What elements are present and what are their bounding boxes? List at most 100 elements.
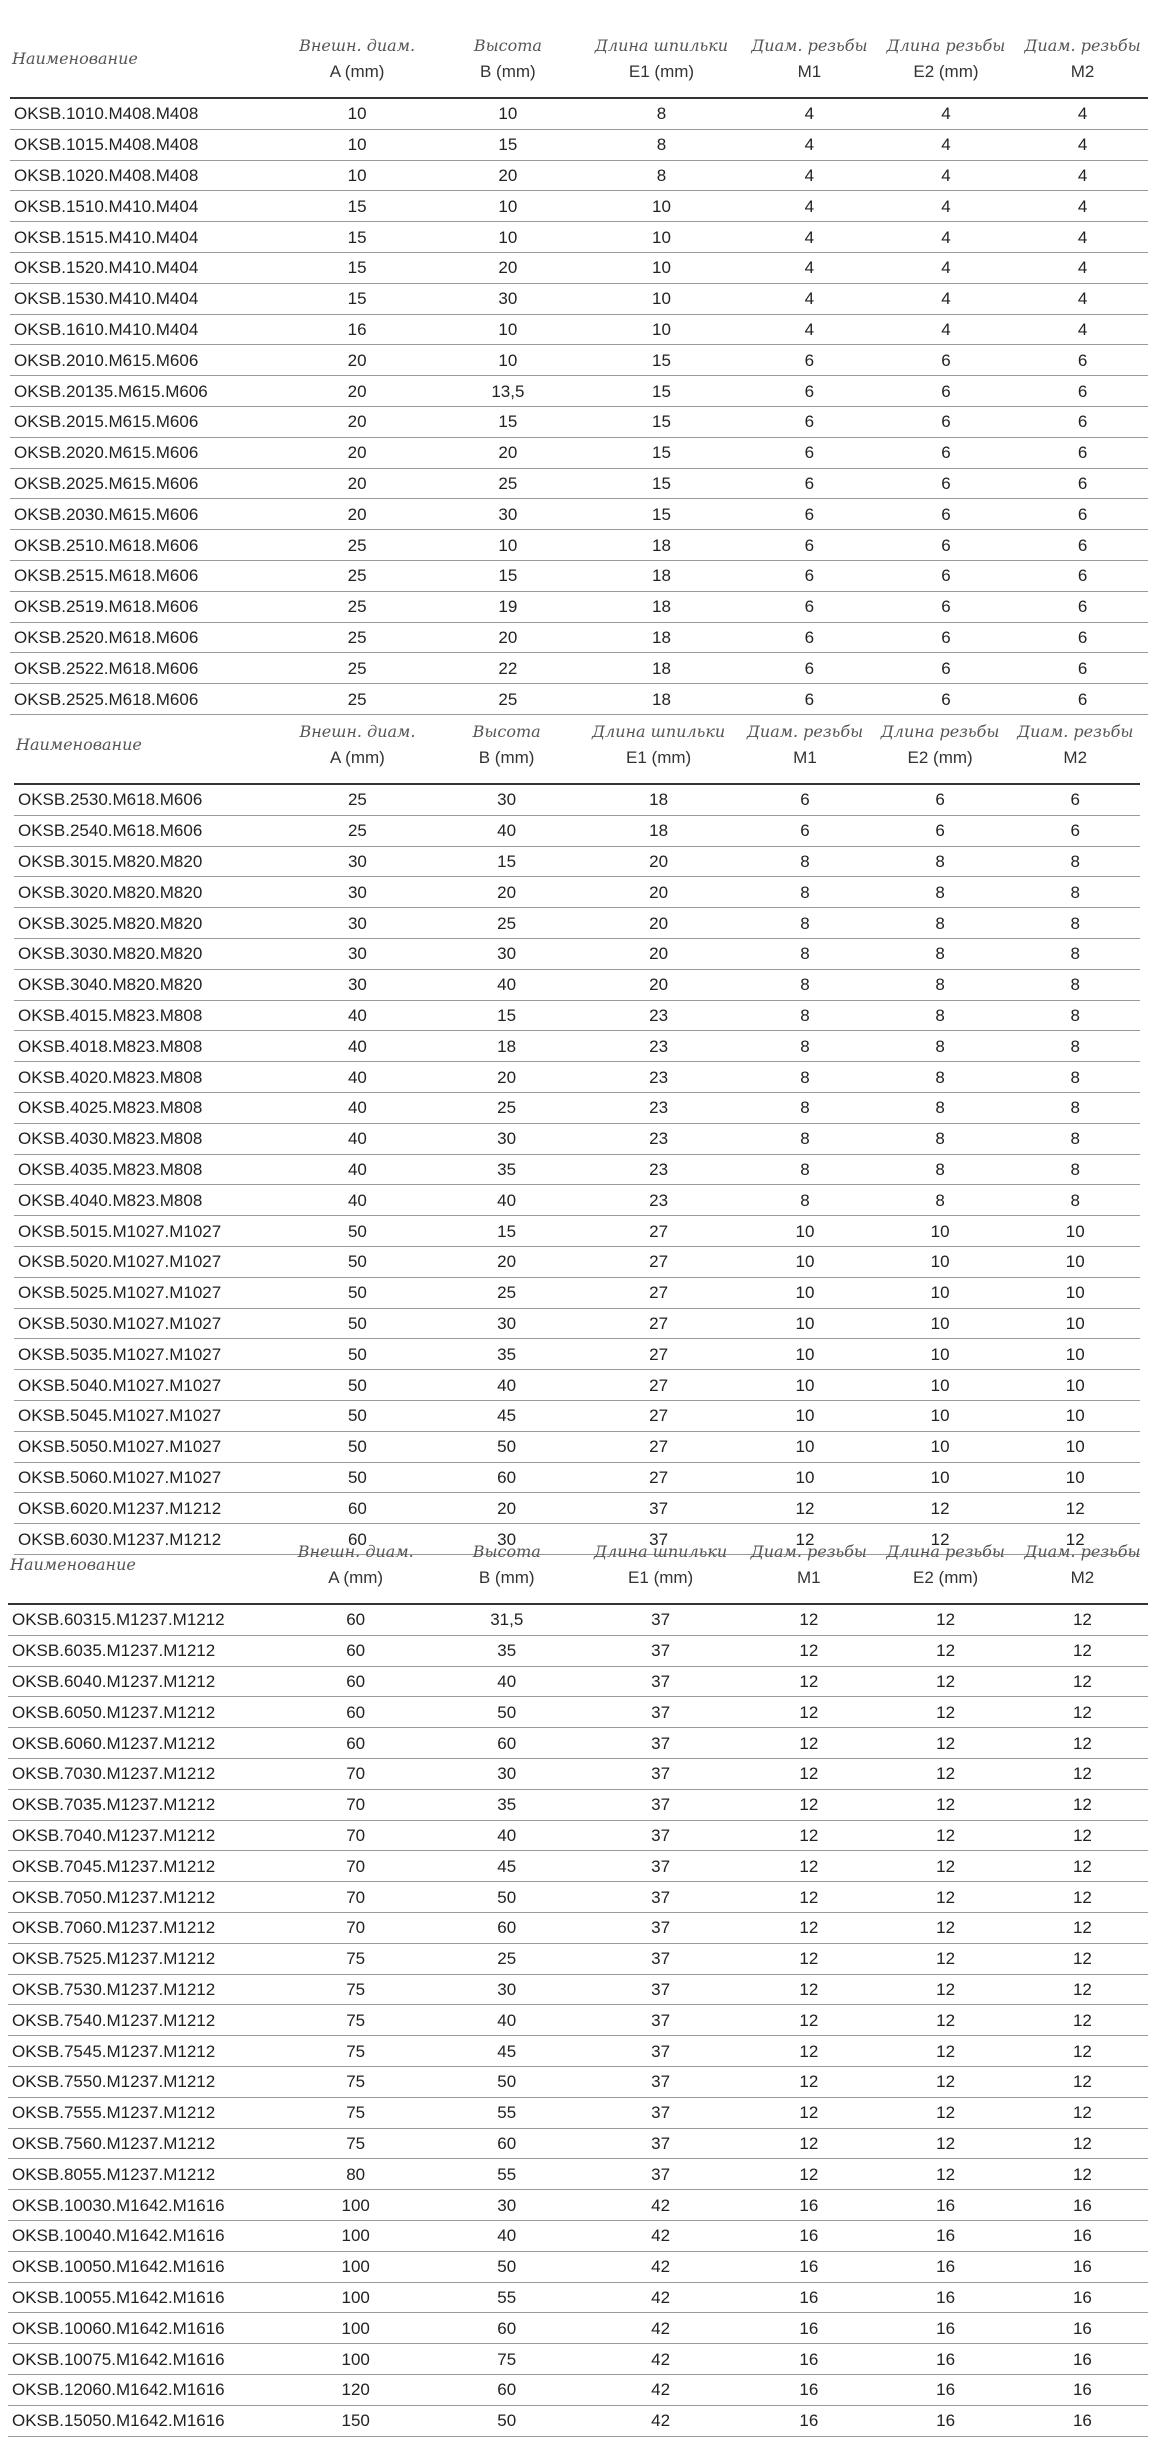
table-row: OKSB.2010.M615.M606 20 10 15 6 6 6 bbox=[10, 344, 1148, 377]
cell-e1: 15 bbox=[578, 344, 744, 377]
cell-e1: 20 bbox=[576, 938, 741, 970]
cell-b: 40 bbox=[436, 815, 577, 847]
spec-table: Наименование Внешн. диам. A (mm) Высота B (m… bbox=[14, 706, 1140, 1555]
cell-e2: 12 bbox=[874, 2128, 1017, 2160]
cell-a: 20 bbox=[277, 375, 437, 407]
cell-name: OKSB.7040.M1237.M1212 bbox=[8, 1820, 276, 1852]
cell-e2: 12 bbox=[874, 2035, 1017, 2067]
cell-m1: 10 bbox=[740, 1338, 870, 1371]
cell-m1: 4 bbox=[743, 190, 875, 223]
cell-b: 15 bbox=[436, 846, 577, 878]
cell-name: OKSB.4018.M823.M808 bbox=[14, 1030, 279, 1063]
table-row: OKSB.6035.M1237.M1212 60 35 37 12 12 12 bbox=[8, 1635, 1148, 1667]
cell-e2: 4 bbox=[874, 129, 1018, 161]
cell-e1: 18 bbox=[576, 784, 741, 816]
cell-e2: 12 bbox=[874, 1974, 1017, 2006]
header-m2-title: Диам. резьбы bbox=[1024, 1541, 1141, 1561]
cell-m1: 12 bbox=[743, 2004, 875, 2037]
cell-m2: 16 bbox=[1016, 2343, 1148, 2375]
table-row: OKSB.3025.M820.M820 30 25 20 8 8 8 bbox=[14, 907, 1140, 939]
table-row: OKSB.6020.M1237.M1212 60 20 37 12 12 12 bbox=[14, 1492, 1140, 1525]
cell-b: 40 bbox=[435, 1820, 578, 1852]
cell-m1: 6 bbox=[743, 622, 875, 654]
cell-b: 40 bbox=[436, 1369, 577, 1401]
cell-a: 120 bbox=[275, 2374, 436, 2406]
header-m2-title: Диам. резьбы bbox=[1024, 35, 1141, 55]
table-row: OKSB.7060.M1237.M1212 70 60 37 12 12 12 bbox=[8, 1912, 1148, 1944]
header-b: Высота B (mm) bbox=[436, 706, 577, 784]
table-row: OKSB.7560.M1237.M1212 75 60 37 12 12 12 bbox=[8, 2128, 1148, 2160]
cell-a: 10 bbox=[277, 160, 437, 192]
cell-m1: 12 bbox=[743, 1727, 875, 1759]
cell-name: OKSB.1015.M408.M408 bbox=[10, 129, 278, 161]
cell-e1: 42 bbox=[577, 2220, 744, 2252]
cell-b: 15 bbox=[436, 406, 579, 438]
cell-name: OKSB.2522.M618.M606 bbox=[10, 652, 278, 685]
cell-a: 25 bbox=[278, 815, 437, 847]
cell-e2: 6 bbox=[874, 529, 1018, 561]
cell-b: 60 bbox=[435, 2128, 578, 2160]
cell-m2: 8 bbox=[1010, 876, 1140, 909]
cell-m2: 8 bbox=[1010, 1092, 1140, 1124]
cell-name: OKSB.4040.M823.M808 bbox=[14, 1184, 279, 1217]
cell-name: OKSB.2025.M615.M606 bbox=[10, 468, 278, 500]
cell-b: 35 bbox=[435, 1789, 578, 1821]
cell-e2: 12 bbox=[874, 1820, 1017, 1852]
cell-m1: 6 bbox=[743, 652, 875, 685]
cell-m2: 6 bbox=[1017, 652, 1148, 685]
cell-e1: 37 bbox=[576, 1492, 741, 1525]
cell-e2: 8 bbox=[869, 876, 1011, 909]
cell-m1: 6 bbox=[740, 815, 870, 847]
cell-b: 10 bbox=[436, 314, 579, 346]
cell-a: 30 bbox=[278, 846, 437, 878]
cell-m2: 16 bbox=[1016, 2189, 1148, 2221]
cell-b: 50 bbox=[436, 1431, 577, 1463]
cell-e1: 27 bbox=[576, 1400, 741, 1432]
cell-a: 70 bbox=[275, 1850, 436, 1883]
cell-name: OKSB.10050.M1642.M1616 bbox=[8, 2251, 276, 2283]
cell-e2: 10 bbox=[869, 1338, 1011, 1371]
cell-m2: 6 bbox=[1017, 375, 1148, 407]
cell-e2: 6 bbox=[874, 498, 1018, 531]
header-m2-unit: M2 bbox=[1070, 1567, 1095, 1587]
cell-m2: 12 bbox=[1016, 1820, 1148, 1852]
header-e1: Длина шпильки E1 (mm) bbox=[577, 706, 740, 784]
header-e1-unit: E1 (mm) bbox=[628, 61, 695, 81]
cell-m2: 6 bbox=[1017, 468, 1148, 500]
cell-m1: 12 bbox=[743, 1604, 875, 1636]
table-row: OKSB.7540.M1237.M1212 75 40 37 12 12 12 bbox=[8, 2004, 1148, 2037]
table-row: OKSB.2520.M618.M606 25 20 18 6 6 6 bbox=[10, 622, 1148, 654]
cell-m1: 12 bbox=[740, 1492, 870, 1525]
cell-e2: 8 bbox=[869, 1123, 1011, 1155]
cell-name: OKSB.10030.M1642.M1616 bbox=[8, 2189, 276, 2221]
cell-m2: 12 bbox=[1016, 1758, 1148, 1790]
cell-e1: 37 bbox=[577, 1881, 744, 1913]
header-e2-unit: E2 (mm) bbox=[913, 61, 979, 81]
cell-e2: 8 bbox=[869, 907, 1011, 939]
cell-b: 60 bbox=[435, 2374, 578, 2406]
cell-m1: 6 bbox=[740, 784, 870, 816]
cell-e2: 12 bbox=[874, 1943, 1017, 1975]
header-m1: Диам. резьбы M1 bbox=[744, 20, 875, 98]
cell-e1: 42 bbox=[577, 2405, 744, 2437]
header-m2-title: Диам. резьбы bbox=[1017, 721, 1134, 741]
cell-e1: 18 bbox=[576, 815, 741, 847]
table-row: OKSB.2540.M618.M606 25 40 18 6 6 6 bbox=[14, 815, 1140, 847]
cell-a: 40 bbox=[278, 1000, 437, 1032]
cell-e1: 23 bbox=[576, 1184, 741, 1217]
cell-name: OKSB.6050.M1237.M1212 bbox=[8, 1696, 276, 1729]
header-e2-unit: E2 (mm) bbox=[907, 747, 973, 767]
cell-m1: 16 bbox=[743, 2312, 875, 2345]
table-row: OKSB.2025.M615.M606 20 25 15 6 6 6 bbox=[10, 468, 1148, 500]
header-e1-title: Длина шпильки bbox=[592, 721, 726, 741]
cell-m1: 16 bbox=[743, 2374, 875, 2406]
header-name: Наименование bbox=[16, 735, 142, 754]
cell-name: OKSB.20135.M615.M606 bbox=[10, 375, 278, 407]
cell-m2: 16 bbox=[1016, 2312, 1148, 2345]
cell-e1: 15 bbox=[578, 498, 744, 531]
cell-b: 20 bbox=[436, 160, 579, 192]
cell-a: 10 bbox=[277, 98, 437, 130]
cell-e1: 27 bbox=[576, 1246, 741, 1278]
cell-e2: 6 bbox=[874, 375, 1018, 407]
cell-a: 50 bbox=[278, 1246, 437, 1278]
